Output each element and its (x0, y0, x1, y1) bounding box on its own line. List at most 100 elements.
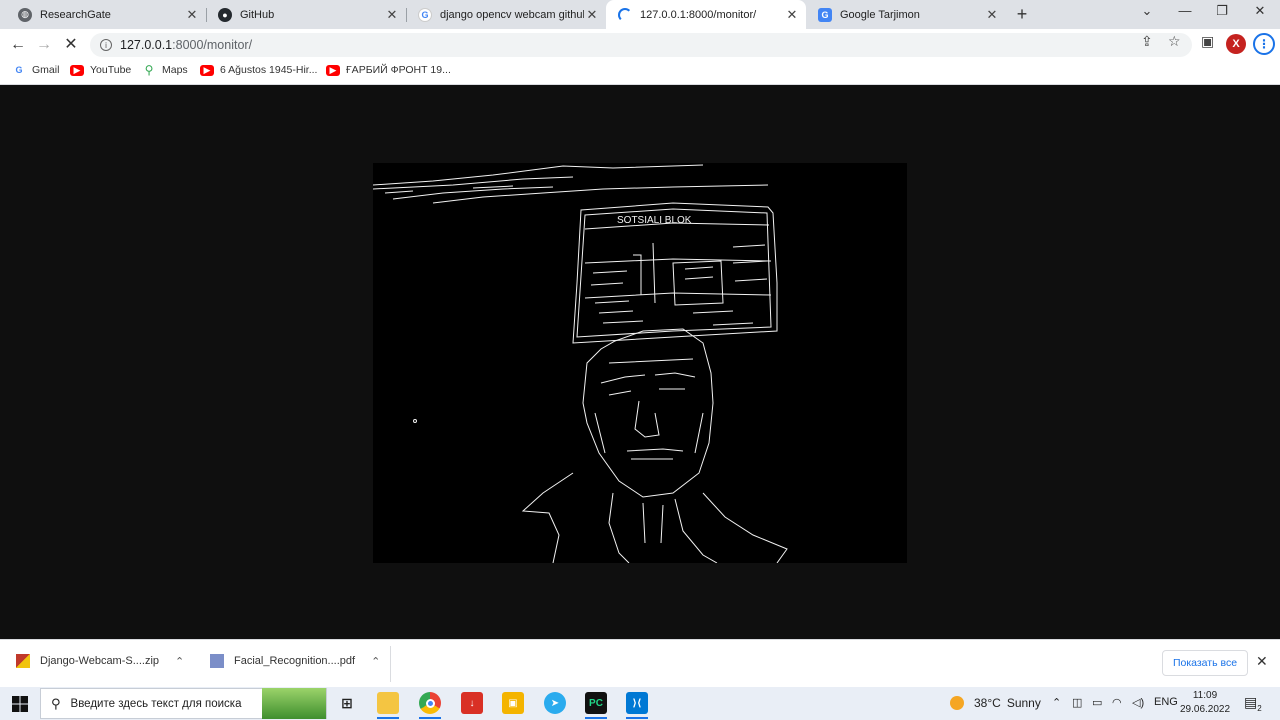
download-filename: Django-Webcam-S....zip (40, 655, 160, 667)
edge-detected-frame: SOTSIALI BLOK (372, 164, 788, 564)
close-icon[interactable]: ✕ (584, 7, 600, 23)
youtube-icon: ▶ (326, 64, 340, 76)
task-view-icon[interactable]: ⊞ (336, 692, 358, 714)
address-path: :8000/monitor/ (172, 38, 253, 52)
bookmark-video-2[interactable]: ▶ ҒАРБИЙ ФРОНТ 19... (326, 64, 451, 76)
downloader-icon[interactable]: ↓ (461, 692, 483, 714)
clock-time: 11:09 (1192, 690, 1218, 701)
tab-monitor[interactable]: 127.0.0.1:8000/monitor/ ✕ (606, 0, 806, 29)
weather-widget[interactable]: 38°C Sunny (950, 696, 1041, 710)
side-panel-icon[interactable]: ▣ (1201, 33, 1214, 50)
browser-toolbar: ← → ✕ i 127.0.0.1:8000/monitor/ ⇪ ☆ ▣ X … (0, 29, 1280, 60)
file-explorer-icon[interactable] (377, 692, 399, 714)
chevron-up-icon[interactable]: ⌃ (1052, 696, 1061, 709)
notification-count: 2 (1257, 704, 1262, 713)
globe-icon: ◍ (18, 7, 32, 22)
chrome-menu-icon[interactable]: ⋮ (1253, 33, 1275, 55)
app-icon[interactable]: ▣ (502, 692, 524, 714)
maximize-button[interactable]: ❐ (1207, 3, 1237, 19)
archive-icon (16, 654, 30, 668)
bookmarks-bar: G Gmail ▶ YouTube ⚲ Maps ▶ 6 Ağustos 194… (0, 60, 1280, 85)
active-indicator (585, 717, 607, 719)
tab-google-search[interactable]: G django opencv webcam github - ✕ (406, 0, 606, 29)
telegram-icon[interactable]: ➤ (544, 692, 566, 714)
search-icon: ⚲ (51, 695, 61, 711)
share-icon[interactable]: ⇪ (1141, 33, 1153, 50)
bookmark-youtube[interactable]: ▶ YouTube (70, 64, 131, 76)
github-icon: ● (218, 7, 232, 22)
clock[interactable]: 11:09 29.06.2022 (1180, 689, 1230, 717)
bookmark-label: 6 Ağustos 1945-Hir... (220, 64, 318, 76)
new-tab-button[interactable]: + (1013, 4, 1031, 24)
address-host: 127.0.0.1 (120, 38, 173, 52)
google-icon: G (418, 7, 432, 22)
close-window-button[interactable]: ✕ (1245, 3, 1275, 19)
tab-strip: ◍ ResearchGate ✕ ● GitHub ✕ G django ope… (0, 0, 1280, 29)
youtube-icon: ▶ (70, 64, 84, 76)
minimize-button[interactable]: — (1170, 3, 1200, 18)
sign-text: SOTSIALI BLOK (617, 215, 692, 226)
loading-icon (618, 7, 632, 22)
bookmark-label: Gmail (32, 64, 60, 76)
downloads-bar: Django-Webcam-S....zip ⌃ Facial_Recognit… (0, 639, 1280, 687)
close-icon[interactable]: ✕ (384, 7, 400, 23)
battery-icon[interactable]: ▭ (1092, 696, 1102, 709)
download-item-pdf[interactable]: Facial_Recognition....pdf ⌃ (210, 654, 380, 668)
tab-github[interactable]: ● GitHub ✕ (206, 0, 406, 29)
tab-title: Google Tarjimon (840, 8, 920, 21)
wifi-icon[interactable]: ◠ (1112, 696, 1122, 709)
tab-title: django opencv webcam github - (440, 8, 584, 21)
close-icon[interactable]: ✕ (184, 7, 200, 23)
windows-taskbar: ⚲ Введите здесь текст для поиска ⊞ ↓ ▣ ➤… (0, 687, 1280, 720)
notification-icon[interactable]: ▤2 (1244, 694, 1262, 713)
weather-temp: 38°C (974, 696, 1001, 710)
tab-title: ResearchGate (40, 8, 111, 21)
close-icon[interactable]: ✕ (784, 7, 800, 23)
forward-button[interactable]: → (33, 34, 55, 56)
chevron-up-icon[interactable]: ⌃ (175, 655, 184, 668)
pdf-icon (210, 654, 224, 668)
tab-translate[interactable]: G Google Tarjimon ✕ (806, 0, 1006, 29)
search-highlight-image (262, 688, 326, 719)
download-item-zip[interactable]: Django-Webcam-S....zip ⌃ (16, 654, 184, 668)
bookmark-star-icon[interactable]: ☆ (1168, 33, 1181, 50)
vscode-icon[interactable]: ⟩⟨ (626, 692, 648, 714)
youtube-icon: ▶ (200, 64, 214, 76)
volume-icon[interactable]: ◁) (1132, 696, 1144, 709)
profile-avatar[interactable]: X (1226, 34, 1246, 54)
tab-title: GitHub (240, 8, 275, 21)
tab-search-icon[interactable]: ⌄ (1132, 3, 1162, 19)
info-icon[interactable]: i (100, 39, 112, 51)
tab-title: 127.0.0.1:8000/monitor/ (640, 8, 757, 21)
bookmark-label: ҒАРБИЙ ФРОНТ 19... (346, 64, 451, 76)
bookmark-label: YouTube (90, 64, 132, 76)
chrome-icon[interactable] (419, 692, 441, 714)
close-icon[interactable]: ✕ (1256, 653, 1268, 670)
show-all-button[interactable]: Показать все (1162, 650, 1248, 676)
address-bar[interactable]: i 127.0.0.1:8000/monitor/ (90, 33, 1192, 57)
windows-start-icon[interactable] (12, 696, 28, 712)
bookmark-gmail[interactable]: G Gmail (12, 64, 59, 76)
active-indicator (626, 717, 648, 719)
sun-icon (950, 696, 964, 710)
close-icon[interactable]: ✕ (984, 7, 1000, 23)
back-button[interactable]: ← (7, 34, 29, 56)
meet-now-icon[interactable]: ◫ (1072, 696, 1082, 709)
pycharm-icon[interactable]: PC (585, 692, 607, 714)
translate-icon: G (818, 7, 832, 22)
active-indicator (377, 717, 399, 719)
chevron-up-icon[interactable]: ⌃ (371, 655, 380, 668)
bookmark-maps[interactable]: ⚲ Maps (142, 63, 188, 77)
maps-icon: ⚲ (144, 63, 154, 77)
download-filename: Facial_Recognition....pdf (234, 655, 356, 667)
stop-loading-button[interactable]: ✕ (60, 34, 82, 56)
webcam-stream: SOTSIALI BLOK (372, 163, 907, 564)
language-indicator[interactable]: ENG (1154, 696, 1178, 708)
google-icon: G (15, 65, 23, 75)
active-indicator (419, 717, 441, 719)
divider (390, 646, 391, 682)
bookmark-video-1[interactable]: ▶ 6 Ağustos 1945-Hir... (200, 64, 317, 76)
bookmark-label: Maps (162, 64, 188, 76)
weather-text: Sunny (1006, 696, 1041, 710)
tab-researchgate[interactable]: ◍ ResearchGate ✕ (6, 0, 206, 29)
